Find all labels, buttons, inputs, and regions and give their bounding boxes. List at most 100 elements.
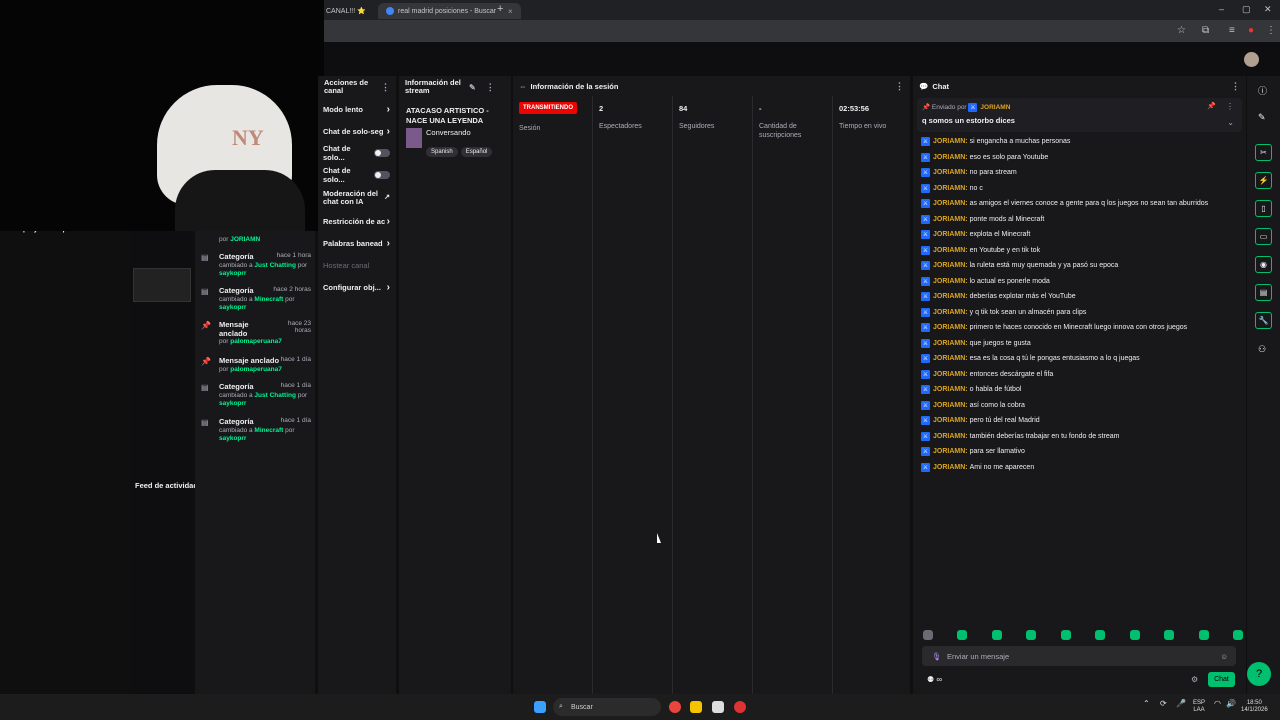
chat-username[interactable]: JORIAMN: (933, 216, 968, 223)
more-icon[interactable]: ⋮ (1231, 81, 1240, 92)
clip-icon[interactable]: ✂ (1255, 144, 1272, 161)
chat-message[interactable]: ⚔ JORIAMN: también deberías trabajar en tu… (921, 429, 1241, 445)
browser-tab[interactable]: CANAL!!! ⭐ × (326, 3, 383, 19)
chat-message[interactable]: ⚔ JORIAMN: as amigos el viernes conoce a g… (921, 196, 1241, 212)
chat-message[interactable]: ⚔ JORIAMN: no c (921, 181, 1241, 197)
broadcast-icon[interactable]: ◉ (1255, 256, 1272, 273)
chat-message[interactable]: ⚔ JORIAMN: eso es solo para Youtube (921, 150, 1241, 166)
chat-bubble-icon[interactable]: ▭ (1255, 228, 1272, 245)
chat-message[interactable]: ⚔ JORIAMN: explota el Minecraft (921, 227, 1241, 243)
chat-username[interactable]: JORIAMN: (933, 433, 968, 440)
chat-message[interactable]: ⚔ JORIAMN: no para stream (921, 165, 1241, 181)
edit-icon[interactable]: ✎ (1258, 112, 1266, 123)
tag[interactable]: Español (460, 147, 493, 157)
chat-username[interactable]: JORIAMN: (933, 340, 968, 347)
chat-message[interactable]: ⚔ JORIAMN: deberías explotar más el YouTub… (921, 289, 1241, 305)
emote-icon[interactable]: ☺ (1220, 652, 1228, 661)
pinned-message[interactable]: 📌 Enviado por ⚔ JORIAMN 📌 ⋮ q somos un es… (917, 98, 1242, 132)
recorder-icon[interactable] (734, 701, 746, 713)
activity-item[interactable]: 📌 Mensaje anclado hace 23 horas por palo… (201, 320, 311, 352)
emote-icon-5[interactable] (1095, 630, 1106, 640)
emote-icon-6[interactable] (1129, 630, 1140, 640)
avatar[interactable] (1244, 52, 1259, 67)
pin-icon[interactable]: 📌 (1207, 102, 1216, 110)
chat-message[interactable]: ⚔ JORIAMN: pero tú del real Madrid (921, 413, 1241, 429)
gift-icon[interactable] (923, 630, 933, 640)
emote-icon-2[interactable] (991, 630, 1002, 640)
chat-username[interactable]: JORIAMN: (933, 247, 968, 254)
more-icon[interactable]: ⋮ (381, 82, 390, 93)
category-name[interactable]: Conversando (426, 128, 495, 137)
toggle-switch[interactable] (374, 171, 390, 179)
extensions-icon[interactable]: ⚇ (1258, 344, 1266, 355)
chat-message[interactable]: ⚔ JORIAMN: entonces descárgate el fifa (921, 367, 1241, 383)
action-slow-mode[interactable]: Modo lento › (318, 98, 396, 120)
emote-icon-8[interactable] (1198, 630, 1209, 640)
chat-send-button[interactable]: Chat (1208, 672, 1235, 687)
chat-message[interactable]: ⚔ JORIAMN: primero te haces conocido en Mi… (921, 320, 1241, 336)
layout-icon[interactable]: ▤ (1255, 284, 1272, 301)
chat-username[interactable]: JORIAMN: (933, 371, 968, 378)
windows-start-icon[interactable] (534, 701, 546, 713)
action-configure-goal[interactable]: Configurar obj... › (318, 276, 396, 298)
chat-message[interactable]: ⚔ JORIAMN: esa es la cosa q tú le pongas e… (921, 351, 1241, 367)
maximize-button[interactable]: ▢ (1242, 4, 1251, 15)
chat-username[interactable]: JORIAMN: (933, 324, 968, 331)
chevron-up-icon[interactable]: ⌃ (1143, 700, 1150, 708)
activity-item[interactable]: ▤ Categoría hace 2 horas cambiado a Mine… (201, 286, 311, 318)
chat-username[interactable]: JORIAMN: (933, 386, 968, 393)
activity-item[interactable]: por JORIAMN (201, 232, 311, 248)
chat-username[interactable]: JORIAMN: (933, 293, 968, 300)
chat-message[interactable]: ⚔ JORIAMN: en Youtube y en tik tok (921, 243, 1241, 259)
chat-username[interactable]: JORIAMN: (933, 448, 968, 455)
chat-message[interactable]: ⚔ JORIAMN: para ser llamativo (921, 444, 1241, 460)
chat-username[interactable]: JORIAMN: (933, 200, 968, 207)
clock[interactable]: 18:50 14/1/2026 (1241, 700, 1268, 714)
taskbar-search[interactable]: ⌕ Buscar (553, 698, 661, 716)
info-icon[interactable]: ⓘ (1258, 84, 1267, 97)
lightning-icon[interactable]: ⚡ (1255, 172, 1272, 189)
star-icon[interactable]: ☆ (1177, 25, 1186, 36)
menu-icon[interactable]: ⋮ (1266, 25, 1276, 36)
chat-username[interactable]: JORIAMN: (933, 138, 968, 145)
action-subs-chat[interactable]: Chat de solo... (318, 142, 396, 164)
chat-message[interactable]: ⚔ JORIAMN: ponte mods al Minecraft (921, 212, 1241, 228)
emote-icon-4[interactable] (1060, 630, 1071, 640)
mic-tray-icon[interactable]: 🎤 (1176, 700, 1186, 708)
tag[interactable]: Spanish (426, 147, 458, 157)
emote-icon-1[interactable] (957, 630, 968, 640)
chat-message[interactable]: ⚔ JORIAMN: y q tik tok sean un almacén par… (921, 305, 1241, 321)
mic-icon[interactable]: 🎙 (932, 652, 942, 661)
emote-icon-9[interactable] (1232, 630, 1243, 640)
chat-username[interactable]: JORIAMN: (933, 355, 968, 362)
chat-message[interactable]: ⚔ JORIAMN: Ami no me aparecen (921, 460, 1241, 476)
action-banned-words[interactable]: Palabras banead › (318, 232, 396, 254)
activity-item[interactable]: 📌 Mensaje anclado hace 1 día por palomap… (201, 356, 311, 380)
media-icon[interactable]: ≡ (1229, 25, 1235, 36)
chat-message[interactable]: ⚔ JORIAMN: o habla de fútbol (921, 382, 1241, 398)
chat-message[interactable]: ⚔ JORIAMN: así como la cobra (921, 398, 1241, 414)
chevron-down-icon[interactable]: ⌄ (1227, 118, 1234, 127)
app-icon[interactable] (712, 701, 724, 713)
language-indicator[interactable]: ESP LAA (1193, 700, 1205, 714)
chat-username[interactable]: JORIAMN: (933, 169, 968, 176)
tab-close-icon[interactable]: × (508, 7, 513, 16)
action-restriction[interactable]: Restricción de ac › (318, 210, 396, 232)
chat-username[interactable]: JORIAMN: (933, 262, 968, 269)
more-icon[interactable]: ⋮ (1226, 102, 1234, 111)
activity-item[interactable]: ▤ Categoría hace 1 día cambiado a Minecr… (201, 417, 311, 449)
chat-message[interactable]: ⚔ JORIAMN: lo actual es ponerle moda (921, 274, 1241, 290)
profile-icon[interactable]: ● (1248, 25, 1254, 36)
minimize-button[interactable]: – (1219, 4, 1224, 14)
emote-icon-3[interactable] (1026, 630, 1037, 640)
new-tab-button[interactable]: + (497, 3, 503, 15)
emote-icon-7[interactable] (1164, 630, 1175, 640)
help-fab-button[interactable]: ? (1247, 662, 1271, 686)
chat-username[interactable]: JORIAMN: (933, 309, 968, 316)
chat-username[interactable]: JORIAMN: (933, 154, 968, 161)
action-emote-chat[interactable]: Chat de solo... (318, 164, 396, 186)
stream-preview-thumbnail[interactable] (133, 268, 191, 302)
chat-username[interactable]: JORIAMN: (933, 464, 968, 471)
chat-username[interactable]: JORIAMN: (933, 278, 968, 285)
chat-username[interactable]: JORIAMN: (933, 185, 968, 192)
